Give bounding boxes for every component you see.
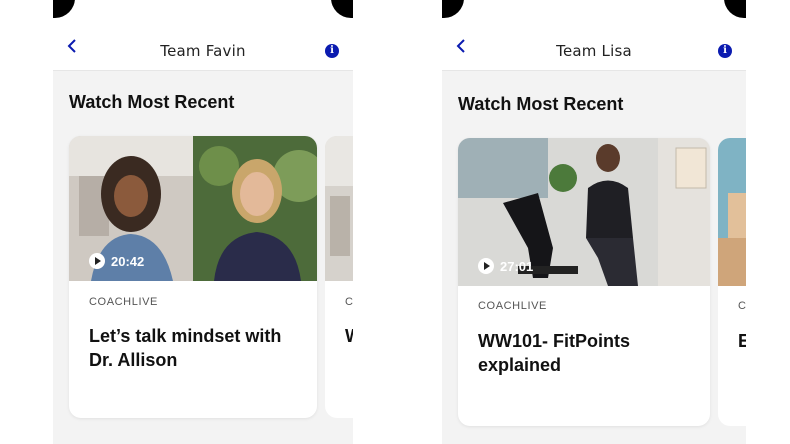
- card-title: W s: [345, 324, 353, 348]
- card-category: COACHLIVE: [89, 296, 158, 308]
- video-duration: 27:01: [478, 258, 533, 274]
- duration-label: 20:42: [111, 253, 145, 269]
- phone-screen-team-favin: Team Favin i Watch Most Recent 20:42 COA…: [53, 0, 353, 444]
- info-icon[interactable]: i: [718, 44, 732, 58]
- card-title: WW101- FitPoints explained: [478, 331, 630, 375]
- video-thumbnail: [718, 138, 746, 286]
- section-heading: Watch Most Recent: [69, 92, 235, 112]
- video-thumbnail: 20:42: [69, 136, 317, 281]
- play-icon[interactable]: [89, 253, 105, 269]
- video-card[interactable]: 20:42 COACHLIVE Let’s talk mindset with …: [69, 136, 317, 418]
- info-icon[interactable]: i: [325, 44, 339, 58]
- status-bar: [442, 0, 746, 22]
- top-bar: Team Favin i: [53, 22, 353, 71]
- video-card[interactable]: 27:01 COACHLIVE WW101- FitPoints explain…: [458, 138, 710, 426]
- top-bar: Team Lisa i: [442, 22, 746, 71]
- card-category: COACHLIVE: [478, 300, 547, 312]
- card-category: C: [738, 300, 746, 312]
- next-video-card-peek[interactable]: CO W s: [325, 136, 353, 418]
- card-title: Let’s talk mindset with Dr. Allison: [89, 326, 282, 370]
- video-duration: 20:42: [89, 253, 144, 269]
- video-thumbnail: 27:01: [458, 138, 710, 286]
- duration-label: 27:01: [500, 258, 534, 274]
- page-title: Team Lisa: [556, 42, 632, 60]
- card-category: CO: [345, 296, 353, 308]
- phone-screen-team-lisa: Team Lisa i Watch Most Recent 27:01 COAC…: [442, 0, 746, 444]
- next-video-card-peek[interactable]: C E h: [718, 138, 746, 426]
- play-icon[interactable]: [478, 258, 494, 274]
- status-bar: [53, 0, 353, 22]
- card-title: E h: [738, 331, 746, 351]
- video-thumbnail: [325, 136, 353, 281]
- page-title: Team Favin: [160, 42, 246, 60]
- section-heading: Watch Most Recent: [458, 94, 624, 114]
